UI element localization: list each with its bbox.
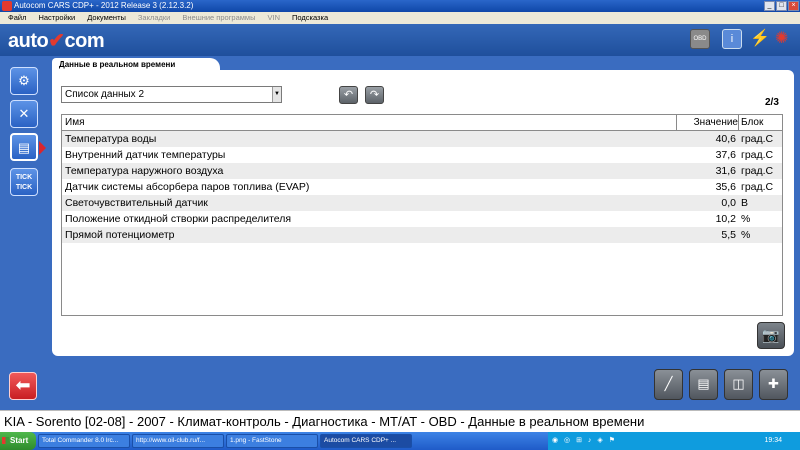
back-arrow-button[interactable]: ⬅	[9, 372, 37, 400]
help-icon[interactable]: i	[722, 29, 742, 49]
start-button[interactable]: Start	[0, 432, 36, 450]
maximize-button[interactable]: □	[776, 1, 787, 11]
tick-tick-icon[interactable]: TICK TICK	[10, 168, 38, 196]
vehicle-path-status: KIA - Sorento [02-08] - 2007 - Климат-ко…	[0, 410, 800, 432]
parameter-unit: град.С	[741, 149, 774, 161]
clear-codes-icon[interactable]: ✕	[10, 100, 38, 128]
menu-settings[interactable]: Настройки	[38, 12, 75, 24]
parameter-value: 0,0	[721, 197, 736, 209]
table-header: Имя Значение Блок	[62, 115, 782, 131]
menu-bar: Файл Настройки Документы Закладки Внешни…	[0, 12, 800, 24]
next-page-button[interactable]: ↷	[365, 86, 384, 104]
parameter-name: Внутренний датчик температуры	[65, 149, 226, 161]
column-divider[interactable]	[738, 115, 739, 130]
menu-vin[interactable]: VIN	[267, 12, 280, 24]
table-row[interactable]: Положение откидной створки распределител…	[62, 211, 782, 227]
sidebar: ⚙ ✕ ▤ TICK TICK	[0, 56, 46, 410]
parameter-name: Температура наружного воздуха	[65, 165, 224, 177]
obd-button[interactable]: OBD	[690, 29, 710, 49]
parameter-value: 35,6	[715, 181, 736, 193]
autocom-logo: auto✔com	[8, 30, 105, 52]
tray-icons[interactable]: ◉ ◎ ⊞ ♪ ◈ ⚑	[552, 436, 617, 444]
window-title-bar: Autocom CARS CDP+ - 2012 Release 3 (2.12…	[0, 0, 800, 12]
busy-spinner-icon: ✺	[775, 30, 789, 47]
parameter-value: 5,5	[721, 229, 736, 241]
parameter-unit: %	[741, 229, 751, 241]
list-view-icon[interactable]: ▤	[689, 369, 718, 400]
table-row[interactable]: Температура наружного воздуха 31,6 град.…	[62, 163, 782, 179]
gauge-view-icon[interactable]: ◫	[724, 369, 753, 400]
taskbar-item-autocom[interactable]: Autocom CARS CDP+ ...	[320, 434, 412, 448]
graph-disabled-icon[interactable]: ╱	[654, 369, 683, 400]
previous-page-button[interactable]: ↶	[339, 86, 358, 104]
parameter-unit: град.С	[741, 133, 774, 145]
parameter-name: Температура воды	[65, 133, 157, 145]
menu-bookmarks[interactable]: Закладки	[138, 12, 170, 24]
engine-icon[interactable]: ⚙	[10, 67, 38, 95]
live-data-table: Имя Значение Блок Температура воды 40,6 …	[61, 114, 783, 316]
parameter-unit: град.С	[741, 165, 774, 177]
column-header-unit[interactable]: Блок	[741, 115, 763, 130]
parameter-name: Светочувствительный датчик	[65, 197, 208, 209]
battery-icon: ⚡	[750, 30, 770, 47]
data-list-select[interactable]: Список данных 2	[61, 86, 282, 103]
table-body: Температура воды 40,6 град.С Внутренний …	[62, 131, 782, 243]
menu-external-programs[interactable]: Внешние программы	[182, 12, 255, 24]
parameter-value: 37,6	[715, 149, 736, 161]
clock[interactable]: 19:34	[764, 432, 782, 450]
parameter-unit: град.С	[741, 181, 774, 193]
chevron-down-icon[interactable]: ▼	[272, 87, 281, 102]
menu-documents[interactable]: Документы	[87, 12, 126, 24]
app-icon	[2, 1, 12, 11]
add-parameter-icon[interactable]: ✚	[759, 369, 788, 400]
camera-snapshot-button[interactable]: 📷	[757, 322, 785, 349]
parameter-unit: %	[741, 213, 751, 225]
parameter-name: Прямой потенциометр	[65, 229, 175, 241]
parameter-value: 10,2	[715, 213, 736, 225]
window-title: Autocom CARS CDP+ - 2012 Release 3 (2.12…	[14, 1, 194, 10]
close-button[interactable]: ×	[788, 1, 799, 11]
taskbar-item-total-commander[interactable]: Total Commander 8.0 lrc...	[38, 434, 130, 448]
table-row[interactable]: Датчик системы абсорбера паров топлива (…	[62, 179, 782, 195]
parameter-unit: В	[741, 197, 749, 209]
column-header-value[interactable]: Значение	[676, 115, 738, 130]
taskbar-item-browser[interactable]: http://www.oil-club.ru/f...	[132, 434, 224, 448]
parameter-name: Датчик системы абсорбера паров топлива (…	[65, 181, 310, 193]
parameter-value: 31,6	[715, 165, 736, 177]
table-row[interactable]: Температура воды 40,6 град.С	[62, 131, 782, 147]
taskbar: Start Total Commander 8.0 lrc... http://…	[0, 432, 800, 450]
page-indicator: 2/3	[765, 97, 779, 108]
menu-help[interactable]: Подсказка	[292, 12, 328, 24]
table-row[interactable]: Светочувствительный датчик 0,0 В	[62, 195, 782, 211]
parameter-value: 40,6	[715, 133, 736, 145]
system-tray: ◉ ◎ ⊞ ♪ ◈ ⚑ 19:34	[548, 432, 800, 450]
minimize-button[interactable]: _	[764, 1, 775, 11]
parameter-name: Положение откидной створки распределител…	[65, 213, 292, 225]
column-header-name[interactable]: Имя	[65, 115, 84, 130]
table-row[interactable]: Внутренний датчик температуры 37,6 град.…	[62, 147, 782, 163]
table-row[interactable]: Прямой потенциометр 5,5 %	[62, 227, 782, 243]
active-section-arrow-icon	[39, 141, 46, 155]
menu-file[interactable]: Файл	[8, 12, 26, 24]
taskbar-item-faststone[interactable]: 1.png - FastStone	[226, 434, 318, 448]
app-header: auto✔com OBD i ⚡ ✺	[0, 24, 800, 56]
live-data-icon[interactable]: ▤	[10, 133, 38, 161]
